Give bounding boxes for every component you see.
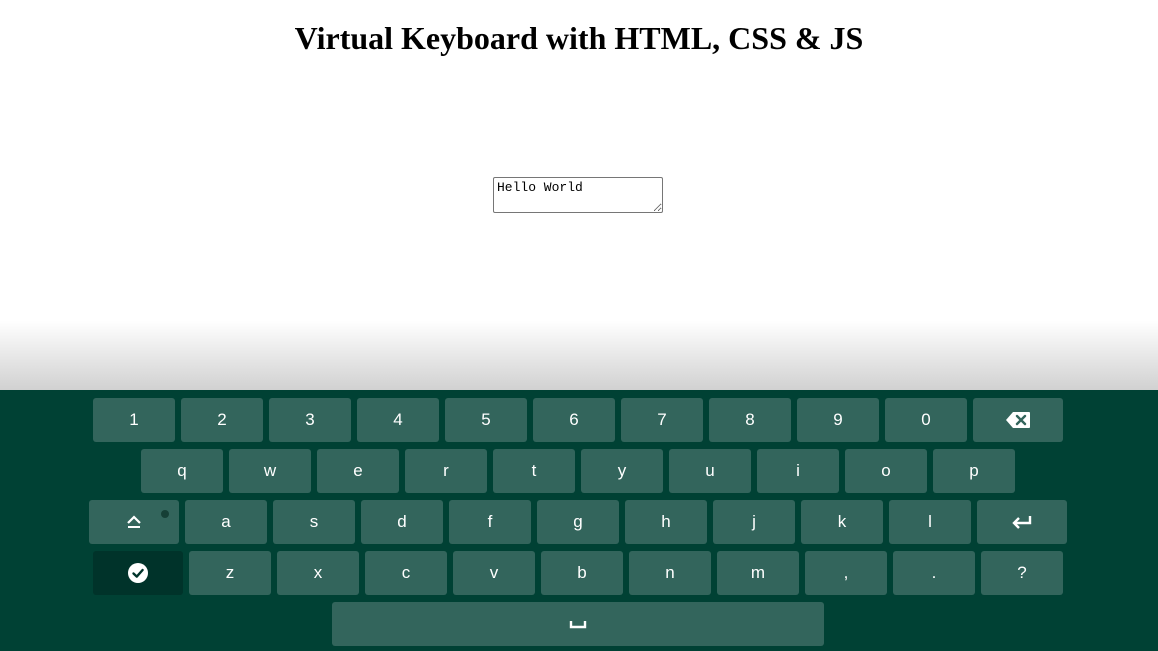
key-e[interactable]: e — [317, 449, 399, 493]
key-o[interactable]: o — [845, 449, 927, 493]
key-s[interactable]: s — [273, 500, 355, 544]
key-g[interactable]: g — [537, 500, 619, 544]
key-w[interactable]: w — [229, 449, 311, 493]
enter-key[interactable] — [977, 500, 1067, 544]
caps-lock-icon — [126, 514, 142, 530]
key-q[interactable]: q — [141, 449, 223, 493]
key-h[interactable]: h — [625, 500, 707, 544]
key-8[interactable]: 8 — [709, 398, 791, 442]
check-circle-icon — [127, 562, 149, 584]
space-bar-icon — [569, 618, 587, 630]
key-f[interactable]: f — [449, 500, 531, 544]
key-y[interactable]: y — [581, 449, 663, 493]
key-z[interactable]: z — [189, 551, 271, 595]
key-3[interactable]: 3 — [269, 398, 351, 442]
key-j[interactable]: j — [713, 500, 795, 544]
key-a[interactable]: a — [185, 500, 267, 544]
space-key[interactable] — [332, 602, 824, 646]
key-p[interactable]: p — [933, 449, 1015, 493]
key-x[interactable]: x — [277, 551, 359, 595]
text-input[interactable]: Hello World — [493, 177, 663, 213]
key-u[interactable]: u — [669, 449, 751, 493]
key-7[interactable]: 7 — [621, 398, 703, 442]
enter-icon — [1011, 514, 1033, 530]
key-n[interactable]: n — [629, 551, 711, 595]
backspace-icon — [1005, 411, 1031, 429]
key-i[interactable]: i — [757, 449, 839, 493]
backspace-key[interactable] — [973, 398, 1063, 442]
key-2[interactable]: 2 — [181, 398, 263, 442]
key-l[interactable]: l — [889, 500, 971, 544]
key-m[interactable]: m — [717, 551, 799, 595]
key-5[interactable]: 5 — [445, 398, 527, 442]
keyboard-shadow — [0, 320, 1158, 390]
key-r[interactable]: r — [405, 449, 487, 493]
key-1[interactable]: 1 — [93, 398, 175, 442]
key-c[interactable]: c — [365, 551, 447, 595]
key-question-mark[interactable]: ? — [981, 551, 1063, 595]
key-comma[interactable]: , — [805, 551, 887, 595]
key-4[interactable]: 4 — [357, 398, 439, 442]
key-0[interactable]: 0 — [885, 398, 967, 442]
done-key[interactable] — [93, 551, 183, 595]
key-t[interactable]: t — [493, 449, 575, 493]
key-v[interactable]: v — [453, 551, 535, 595]
key-period[interactable]: . — [893, 551, 975, 595]
key-d[interactable]: d — [361, 500, 443, 544]
key-9[interactable]: 9 — [797, 398, 879, 442]
key-k[interactable]: k — [801, 500, 883, 544]
caps-lock-key[interactable] — [89, 500, 179, 544]
key-b[interactable]: b — [541, 551, 623, 595]
virtual-keyboard: 1 2 3 4 5 6 7 8 9 0 q w e r t y u i o p … — [0, 390, 1158, 651]
key-6[interactable]: 6 — [533, 398, 615, 442]
caps-lock-indicator — [161, 510, 169, 518]
page-title: Virtual Keyboard with HTML, CSS & JS — [294, 20, 864, 56]
